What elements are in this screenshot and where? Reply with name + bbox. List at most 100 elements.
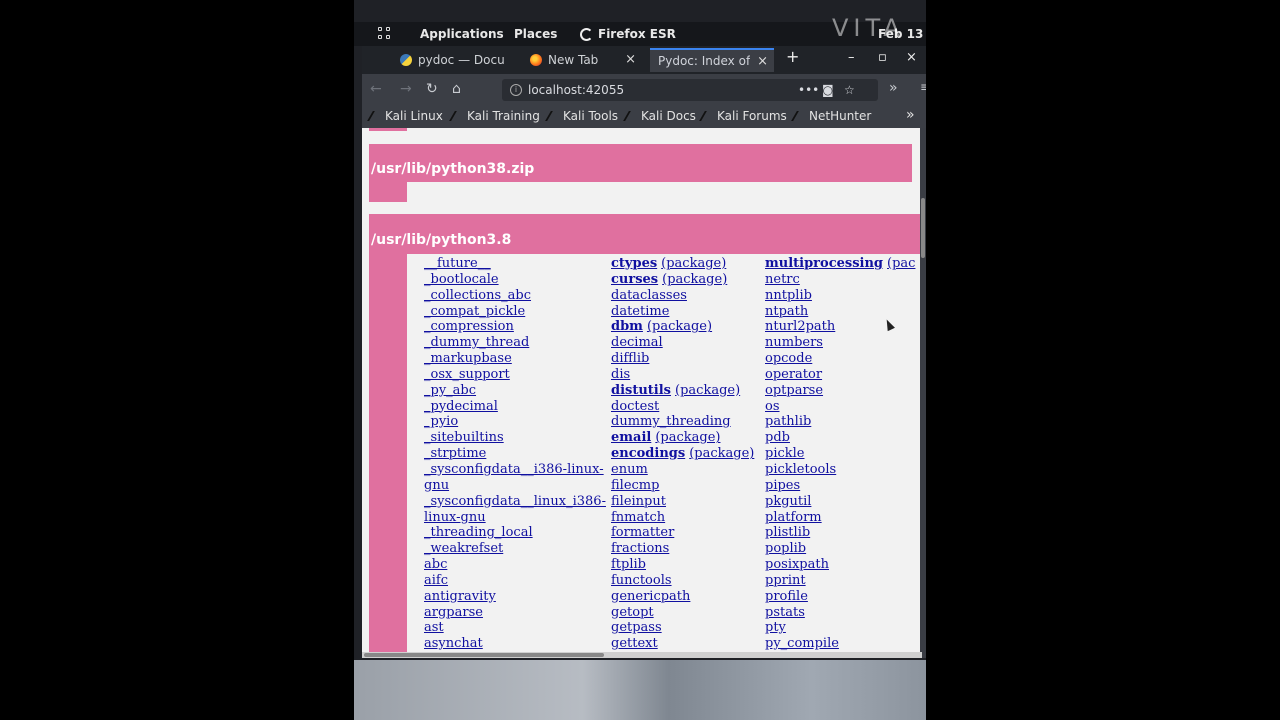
module-link[interactable]: pty xyxy=(765,620,915,636)
module-link[interactable]: _dummy_thread xyxy=(424,335,606,351)
bookmark-kali-docs[interactable]: Kali Docs xyxy=(623,109,696,123)
module-link[interactable]: pipes xyxy=(765,478,915,494)
module-link[interactable]: profile xyxy=(765,589,915,605)
module-link[interactable]: numbers xyxy=(765,335,915,351)
bookmark-nethunter[interactable]: NetHunter xyxy=(791,109,871,123)
module-link[interactable]: formatter xyxy=(611,525,754,541)
module-link[interactable]: _compression xyxy=(424,319,606,335)
module-link[interactable]: _compat_pickle xyxy=(424,304,606,320)
module-link[interactable]: _bootlocale xyxy=(424,272,606,288)
module-link[interactable]: enum xyxy=(611,462,754,478)
module-link[interactable]: encodings (package) xyxy=(611,446,754,462)
module-link[interactable]: _pydecimal xyxy=(424,399,606,415)
close-tab-icon[interactable]: × xyxy=(757,54,768,69)
module-link[interactable]: dummy_threading xyxy=(611,414,754,430)
module-link[interactable]: pprint xyxy=(765,573,915,589)
home-icon[interactable]: ⌂ xyxy=(452,81,461,97)
active-app-label[interactable]: Firefox ESR xyxy=(598,27,676,41)
module-link[interactable]: py_compile xyxy=(765,636,915,652)
module-link[interactable]: abc xyxy=(424,557,606,573)
module-link[interactable]: operator xyxy=(765,367,915,383)
places-menu[interactable]: Places xyxy=(514,27,557,41)
module-link[interactable]: curses (package) xyxy=(611,272,754,288)
back-icon[interactable]: ← xyxy=(370,81,382,97)
pocket-icon[interactable]: ◙ xyxy=(822,79,834,101)
vertical-scrollbar[interactable] xyxy=(920,128,926,658)
forward-icon[interactable]: → xyxy=(400,81,412,97)
app-grid-icon[interactable] xyxy=(378,27,392,41)
module-link[interactable]: _strptime xyxy=(424,446,606,462)
module-link[interactable]: getopt xyxy=(611,605,754,621)
module-link[interactable]: optparse xyxy=(765,383,915,399)
site-info-icon[interactable]: i xyxy=(510,84,522,96)
module-link[interactable]: _threading_local xyxy=(424,525,606,541)
bookmark-kali-forums[interactable]: Kali Forums xyxy=(699,109,787,123)
module-link[interactable]: poplib xyxy=(765,541,915,557)
module-link[interactable]: posixpath xyxy=(765,557,915,573)
module-link[interactable]: dbm (package) xyxy=(611,319,754,335)
module-link[interactable]: distutils (package) xyxy=(611,383,754,399)
module-link[interactable]: ntpath xyxy=(765,304,915,320)
module-link[interactable]: dis xyxy=(611,367,754,383)
maximize-button[interactable]: ▫ xyxy=(878,50,887,65)
module-link[interactable]: getpass xyxy=(611,620,754,636)
module-link[interactable]: argparse xyxy=(424,605,606,621)
module-link[interactable]: _collections_abc xyxy=(424,288,606,304)
module-link[interactable]: platform xyxy=(765,510,915,526)
module-link[interactable]: fnmatch xyxy=(611,510,754,526)
module-link[interactable]: pkgutil xyxy=(765,494,915,510)
new-tab-button[interactable]: + xyxy=(786,47,799,66)
horizontal-scrollbar[interactable] xyxy=(362,652,922,658)
bookmark-star-icon[interactable]: ☆ xyxy=(844,79,855,101)
module-link[interactable]: _weakrefset xyxy=(424,541,606,557)
module-link[interactable]: plistlib xyxy=(765,525,915,541)
hamburger-menu-icon[interactable]: ≡ xyxy=(920,80,926,94)
module-link[interactable]: _markupbase xyxy=(424,351,606,367)
module-link[interactable]: _sysconfigdata__linux_i386- xyxy=(424,494,606,510)
module-link[interactable]: _pyio xyxy=(424,414,606,430)
module-link[interactable]: doctest xyxy=(611,399,754,415)
module-link[interactable]: nntplib xyxy=(765,288,915,304)
module-link[interactable]: multiprocessing (pac xyxy=(765,256,915,272)
module-link[interactable]: _sitebuiltins xyxy=(424,430,606,446)
module-link[interactable]: gnu xyxy=(424,478,606,494)
module-link[interactable]: pstats xyxy=(765,605,915,621)
module-link[interactable]: fractions xyxy=(611,541,754,557)
module-link[interactable]: pickletools xyxy=(765,462,915,478)
tab-new-tab[interactable]: New Tab × xyxy=(522,48,642,72)
module-link[interactable]: __future__ xyxy=(424,256,606,272)
module-link[interactable]: email (package) xyxy=(611,430,754,446)
tab-pydoc-docu[interactable]: pydoc — Docu xyxy=(392,48,508,72)
bookmark-kali-linux[interactable]: Kali Linux xyxy=(367,109,443,123)
module-link[interactable]: ctypes (package) xyxy=(611,256,754,272)
minimize-button[interactable]: – xyxy=(848,50,855,65)
module-link[interactable]: dataclasses xyxy=(611,288,754,304)
module-link[interactable]: _osx_support xyxy=(424,367,606,383)
module-link[interactable]: netrc xyxy=(765,272,915,288)
reload-icon[interactable]: ↻ xyxy=(426,81,438,97)
close-window-button[interactable]: × xyxy=(906,50,917,65)
page-actions-icon[interactable]: ••• xyxy=(798,79,819,101)
module-link[interactable]: antigravity xyxy=(424,589,606,605)
module-link[interactable]: pathlib xyxy=(765,414,915,430)
module-link[interactable]: filecmp xyxy=(611,478,754,494)
bookmarks-overflow-icon[interactable]: » xyxy=(906,107,915,123)
module-link[interactable]: genericpath xyxy=(611,589,754,605)
scrollbar-thumb[interactable] xyxy=(364,653,604,657)
module-link[interactable]: asynchat xyxy=(424,636,606,652)
tab-pydoc-index[interactable]: Pydoc: Index of M × xyxy=(650,48,774,72)
module-link[interactable]: _py_abc xyxy=(424,383,606,399)
module-link[interactable]: fileinput xyxy=(611,494,754,510)
module-link[interactable]: decimal xyxy=(611,335,754,351)
overflow-menu-icon[interactable]: » xyxy=(889,80,898,96)
module-link[interactable]: aifc xyxy=(424,573,606,589)
bookmark-kali-training[interactable]: Kali Training xyxy=(449,109,540,123)
module-link[interactable]: os xyxy=(765,399,915,415)
close-tab-icon[interactable]: × xyxy=(625,52,636,67)
module-link[interactable]: pdb xyxy=(765,430,915,446)
module-link[interactable]: datetime xyxy=(611,304,754,320)
module-link[interactable]: gettext xyxy=(611,636,754,652)
applications-menu[interactable]: Applications xyxy=(420,27,504,41)
module-link[interactable]: ftplib xyxy=(611,557,754,573)
module-link[interactable]: opcode xyxy=(765,351,915,367)
